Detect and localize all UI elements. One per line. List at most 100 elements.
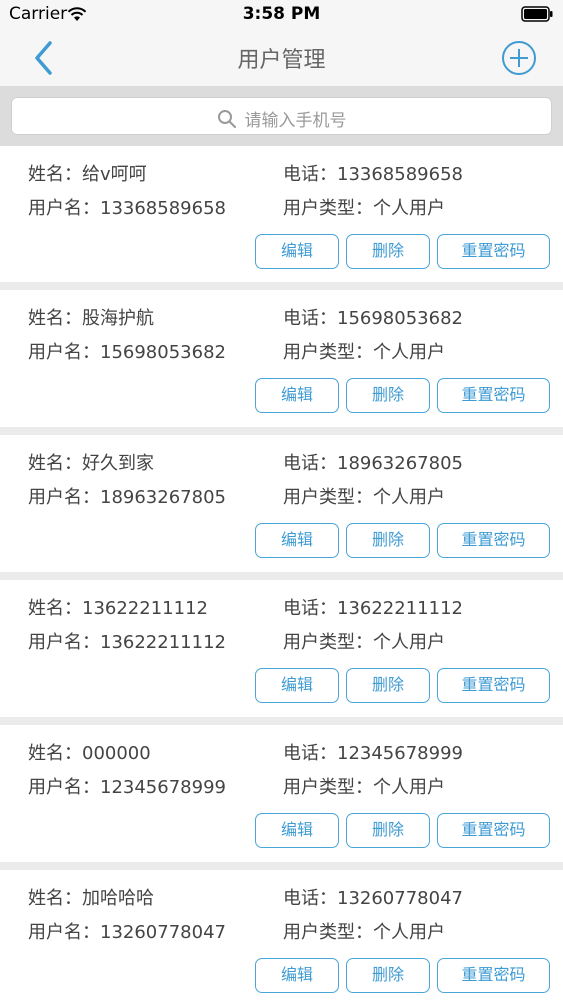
username-label: 用户名：	[28, 487, 100, 508]
user-name: 姓名：000000	[28, 739, 151, 765]
user-name: 姓名：好久到家	[28, 449, 154, 475]
user-type-label: 用户类型：	[283, 198, 373, 219]
user-name: 姓名：加哈哈哈	[28, 884, 154, 910]
user-type-value: 个人用户	[373, 487, 445, 508]
user-type-label: 用户类型：	[283, 632, 373, 653]
name-label: 姓名：	[28, 164, 82, 185]
name-label: 姓名：	[28, 743, 82, 764]
navigation-bar: 用户管理	[0, 30, 563, 86]
name-value: 加哈哈哈	[82, 888, 154, 909]
user-type-value: 个人用户	[373, 198, 445, 219]
phone-label: 电话：	[283, 164, 337, 185]
user-name: 姓名：给v呵呵	[28, 160, 147, 186]
user-username: 用户名：15698053682	[28, 338, 226, 364]
delete-button[interactable]: 删除	[346, 958, 430, 993]
user-type: 用户类型：个人用户	[283, 918, 445, 944]
user-card: 姓名：13622211112 电话：13622211112 用户名：136222…	[0, 580, 563, 717]
reset-password-button[interactable]: 重置密码	[437, 668, 550, 703]
search-input[interactable]: 请输入手机号	[11, 97, 552, 135]
user-name: 姓名：股海护航	[28, 304, 154, 330]
delete-button[interactable]: 删除	[346, 813, 430, 848]
delete-button[interactable]: 删除	[346, 523, 430, 558]
phone-label: 电话：	[283, 888, 337, 909]
username-label: 用户名：	[28, 198, 100, 219]
user-username: 用户名：13622211112	[28, 628, 226, 654]
clock: 3:58 PM	[242, 4, 321, 24]
edit-button[interactable]: 编辑	[255, 523, 339, 558]
user-type-label: 用户类型：	[283, 487, 373, 508]
user-name: 姓名：13622211112	[28, 594, 208, 620]
reset-password-button[interactable]: 重置密码	[437, 813, 550, 848]
user-type: 用户类型：个人用户	[283, 194, 445, 220]
user-phone: 电话：18963267805	[283, 449, 463, 475]
username-label: 用户名：	[28, 342, 100, 363]
page-title: 用户管理	[237, 48, 326, 73]
user-list: 姓名：给v呵呵 电话：13368589658 用户名：13368589658 用…	[0, 146, 563, 1000]
user-type-value: 个人用户	[373, 342, 445, 363]
reset-password-button[interactable]: 重置密码	[437, 958, 550, 993]
user-phone: 电话：15698053682	[283, 304, 463, 330]
user-card: 姓名：加哈哈哈 电话： 13260778047 用户名：13260778047 用…	[0, 870, 563, 1000]
delete-button[interactable]: 删除	[346, 378, 430, 413]
search-icon	[217, 110, 236, 128]
phone-value: 18963267805	[337, 453, 463, 474]
username-value: 13260778047	[100, 922, 226, 943]
username-value: 15698053682	[100, 342, 226, 363]
user-username: 用户名：13368589658	[28, 194, 226, 220]
battery-icon	[521, 6, 553, 22]
user-type: 用户类型：个人用户	[283, 338, 445, 364]
user-type: 用户类型：个人用户	[283, 773, 445, 799]
name-value: 13622211112	[82, 598, 208, 619]
phone-label: 电话：	[283, 453, 337, 474]
search-bar: 请输入手机号	[0, 86, 563, 146]
user-phone: 电话：12345678999	[283, 739, 463, 765]
username-value: 12345678999	[100, 777, 226, 798]
user-username: 用户名：13260778047	[28, 918, 226, 944]
delete-button[interactable]: 删除	[346, 668, 430, 703]
name-label: 姓名：	[28, 598, 82, 619]
phone-value: 12345678999	[337, 743, 463, 764]
phone-label: 电话：	[283, 598, 337, 619]
edit-button[interactable]: 编辑	[255, 958, 339, 993]
add-user-icon[interactable]	[501, 40, 537, 76]
user-type-value: 个人用户	[373, 777, 445, 798]
user-type: 用户类型：个人用户	[283, 628, 445, 654]
name-label: 姓名：	[28, 888, 82, 909]
phone-label: 电话：	[283, 743, 337, 764]
search-placeholder: 请输入手机号	[244, 111, 347, 131]
edit-button[interactable]: 编辑	[255, 668, 339, 703]
user-username: 用户名：12345678999	[28, 773, 226, 799]
phone-value: 13622211112	[337, 598, 463, 619]
edit-button[interactable]: 编辑	[255, 378, 339, 413]
user-phone: 电话：13622211112	[283, 594, 463, 620]
name-label: 姓名：	[28, 308, 82, 329]
name-label: 姓名：	[28, 453, 82, 474]
user-card: 姓名：给v呵呵 电话：13368589658 用户名：13368589658 用…	[0, 146, 563, 282]
reset-password-button[interactable]: 重置密码	[437, 234, 550, 269]
user-type-label: 用户类型：	[283, 777, 373, 798]
edit-button[interactable]: 编辑	[255, 234, 339, 269]
username-value: 18963267805	[100, 487, 226, 508]
name-value: 给v呵呵	[82, 164, 147, 185]
name-value: 好久到家	[82, 453, 154, 474]
reset-password-button[interactable]: 重置密码	[437, 378, 550, 413]
phone-label: 电话：	[283, 308, 337, 329]
user-card: 姓名：好久到家 电话：18963267805 用户名：18963267805 用…	[0, 435, 563, 572]
user-username: 用户名：18963267805	[28, 483, 226, 509]
phone-value: 13368589658	[337, 164, 463, 185]
reset-password-button[interactable]: 重置密码	[437, 523, 550, 558]
username-label: 用户名：	[28, 632, 100, 653]
user-card: 姓名：股海护航 电话：15698053682 用户名：15698053682 用…	[0, 290, 563, 427]
username-value: 13368589658	[100, 198, 226, 219]
user-type-label: 用户类型：	[283, 922, 373, 943]
user-type-value: 个人用户	[373, 922, 445, 943]
user-type-value: 个人用户	[373, 632, 445, 653]
name-value: 000000	[82, 743, 151, 764]
user-card: 姓名：000000 电话：12345678999 用户名：12345678999…	[0, 725, 563, 862]
user-phone: 电话：13368589658	[283, 160, 463, 186]
username-value: 13622211112	[100, 632, 226, 653]
edit-button[interactable]: 编辑	[255, 813, 339, 848]
name-value: 股海护航	[82, 308, 154, 329]
username-label: 用户名：	[28, 922, 100, 943]
delete-button[interactable]: 删除	[346, 234, 430, 269]
